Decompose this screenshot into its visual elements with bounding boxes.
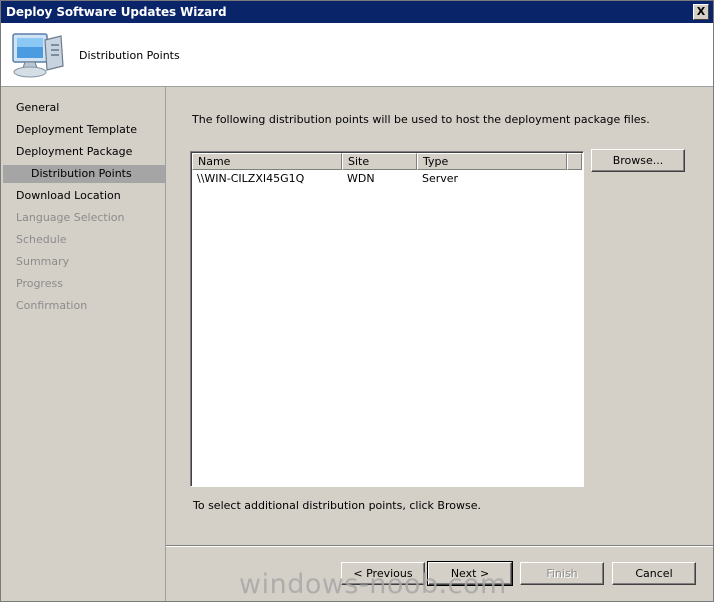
cell-type: Server <box>422 172 459 185</box>
column-header-type[interactable]: Type <box>417 153 567 170</box>
step-deployment-package[interactable]: Deployment Package <box>3 143 165 161</box>
step-general[interactable]: General <box>3 99 165 117</box>
list-header: Name Site Type <box>192 153 582 170</box>
page-title: Distribution Points <box>79 49 180 62</box>
column-header-site[interactable]: Site <box>342 153 417 170</box>
intro-text: The following distribution points will b… <box>192 113 650 126</box>
step-deployment-template[interactable]: Deployment Template <box>3 121 165 139</box>
previous-button[interactable]: < Previous <box>341 562 425 585</box>
cancel-button[interactable]: Cancel <box>612 562 696 585</box>
window-title: Deploy Software Updates Wizard <box>6 5 227 19</box>
step-summary: Summary <box>16 255 70 268</box>
browse-button[interactable]: Browse... <box>591 149 685 172</box>
column-header-name[interactable]: Name <box>192 153 342 170</box>
wizard-content: The following distribution points will b… <box>166 87 713 601</box>
computer-icon <box>12 33 64 78</box>
finish-button: Finish <box>520 562 604 585</box>
distribution-points-list[interactable]: Name Site Type \\WIN-CILZXI45G1Q WDN Ser… <box>190 151 584 487</box>
wizard-steps-sidebar: General Deployment Template Deployment P… <box>3 87 166 601</box>
cell-site: WDN <box>347 172 375 185</box>
step-download-location[interactable]: Download Location <box>3 187 165 205</box>
table-row[interactable]: \\WIN-CILZXI45G1Q WDN Server <box>192 171 582 187</box>
close-button[interactable]: X <box>693 4 709 20</box>
step-schedule: Schedule <box>16 233 67 246</box>
wizard-window: Deploy Software Updates Wizard X Distrib… <box>0 0 714 602</box>
title-bar: Deploy Software Updates Wizard X <box>1 1 713 23</box>
step-progress: Progress <box>16 277 63 290</box>
step-confirmation: Confirmation <box>16 299 88 312</box>
button-separator <box>166 545 713 547</box>
column-header-filler <box>567 153 582 170</box>
wizard-header: Distribution Points <box>1 23 713 87</box>
cell-name: \\WIN-CILZXI45G1Q <box>197 172 305 185</box>
step-language-selection: Language Selection <box>16 211 125 224</box>
browse-hint: To select additional distribution points… <box>193 499 481 512</box>
step-distribution-points[interactable]: Distribution Points <box>3 165 165 183</box>
next-button[interactable]: Next > <box>427 561 513 586</box>
